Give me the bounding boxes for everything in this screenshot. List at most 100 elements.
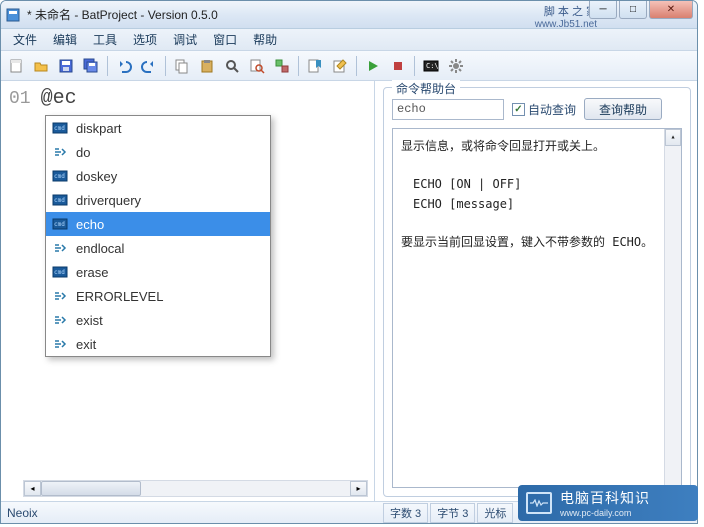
minimize-button[interactable]: ─ xyxy=(589,1,617,19)
save-icon[interactable] xyxy=(55,55,77,77)
flow-icon xyxy=(52,288,68,304)
paste-icon[interactable] xyxy=(196,55,218,77)
help-output[interactable]: 显示信息，或将命令回显打开或关上。 ECHO [ON | OFF]ECHO [m… xyxy=(392,128,682,488)
cmd-window-icon: cmd xyxy=(52,168,68,184)
autocomplete-item-do[interactable]: do xyxy=(46,140,270,164)
help-output-line xyxy=(401,214,673,233)
toolbar-separator xyxy=(356,56,357,76)
content-area: 01 @ec cmddiskpartdocmddoskeycmddriverqu… xyxy=(1,81,697,501)
autocomplete-label: exit xyxy=(76,337,96,352)
menubar: 文件编辑工具选项调试窗口帮助 xyxy=(1,29,697,51)
find-in-files-icon[interactable] xyxy=(246,55,268,77)
help-output-line: ECHO [ON | OFF] xyxy=(401,175,673,194)
copy-icon[interactable] xyxy=(171,55,193,77)
help-pane: 命令帮助台 ✓ 自动查询 查询帮助 显示信息，或将命令回显打开或关上。 ECHO… xyxy=(375,81,697,501)
help-output-line: ECHO [message] xyxy=(401,195,673,214)
autocomplete-item-driverquery[interactable]: cmd driverquery xyxy=(46,188,270,212)
menu-3[interactable]: 选项 xyxy=(125,29,165,50)
svg-text:cmd: cmd xyxy=(54,269,65,276)
autocomplete-item-doskey[interactable]: cmd doskey xyxy=(46,164,270,188)
menu-0[interactable]: 文件 xyxy=(5,29,45,50)
replace-icon[interactable] xyxy=(271,55,293,77)
query-help-button[interactable]: 查询帮助 xyxy=(584,98,662,120)
monitor-icon xyxy=(526,492,552,514)
checkbox-icon[interactable]: ✓ xyxy=(512,103,525,116)
autocomplete-item-exist[interactable]: exist xyxy=(46,308,270,332)
site-caption: 脚 本 之 家 www.Jb51.net xyxy=(535,3,597,30)
new-file-icon[interactable] xyxy=(5,55,27,77)
gear-icon[interactable] xyxy=(445,55,467,77)
maximize-button[interactable]: □ xyxy=(619,1,647,19)
toolbar: C:\ xyxy=(1,51,697,81)
menu-2[interactable]: 工具 xyxy=(85,29,125,50)
auto-query-label: 自动查询 xyxy=(528,101,576,118)
help-output-line: 显示信息，或将命令回显打开或关上。 xyxy=(401,137,673,156)
autocomplete-item-exit[interactable]: exit xyxy=(46,332,270,356)
scroll-thumb[interactable] xyxy=(41,481,141,496)
autocomplete-popup[interactable]: cmddiskpartdocmddoskeycmddriverquerycmde… xyxy=(45,115,271,357)
toolbar-separator xyxy=(414,56,415,76)
cmd-window-icon: cmd xyxy=(52,120,68,136)
auto-query-checkbox[interactable]: ✓ 自动查询 xyxy=(512,101,576,118)
svg-text:cmd: cmd xyxy=(54,221,65,228)
status-cell: 光标 xyxy=(477,503,513,523)
flow-icon xyxy=(52,144,68,160)
scroll-up-button[interactable]: ▴ xyxy=(665,129,681,146)
open-icon[interactable] xyxy=(30,55,52,77)
menu-1[interactable]: 编辑 xyxy=(45,29,85,50)
watermark: 电脑百科知识 www.pc-daily.com xyxy=(518,485,698,521)
redo-icon[interactable] xyxy=(138,55,160,77)
scroll-right-button[interactable]: ▸ xyxy=(350,481,367,496)
autocomplete-item-echo[interactable]: cmdecho xyxy=(46,212,270,236)
help-command-input[interactable] xyxy=(392,99,504,120)
edit-icon[interactable] xyxy=(329,55,351,77)
help-output-line: 要显示当前回显设置，键入不带参数的 ECHO。 xyxy=(401,233,673,252)
autocomplete-item-endlocal[interactable]: endlocal xyxy=(46,236,270,260)
toolbar-separator xyxy=(107,56,108,76)
status-cell: 字数 3 xyxy=(383,503,428,523)
autocomplete-label: ERRORLEVEL xyxy=(76,289,163,304)
scroll-left-button[interactable]: ◂ xyxy=(24,481,41,496)
autocomplete-label: doskey xyxy=(76,169,117,184)
cmd-window-icon: cmd xyxy=(52,216,68,232)
help-output-line xyxy=(401,156,673,175)
svg-text:cmd: cmd xyxy=(54,173,65,180)
horizontal-scrollbar[interactable]: ◂ ▸ xyxy=(23,480,368,497)
editor-line[interactable]: 01 @ec xyxy=(1,81,374,116)
toolbar-separator xyxy=(298,56,299,76)
help-controls-row: ✓ 自动查询 查询帮助 xyxy=(392,98,682,120)
editor-pane[interactable]: 01 @ec cmddiskpartdocmddoskeycmddriverqu… xyxy=(1,81,375,501)
autocomplete-label: do xyxy=(76,145,90,160)
undo-icon[interactable] xyxy=(113,55,135,77)
run-icon[interactable] xyxy=(362,55,384,77)
autocomplete-item-diskpart[interactable]: cmd diskpart xyxy=(46,116,270,140)
flow-icon xyxy=(52,240,68,256)
menu-5[interactable]: 窗口 xyxy=(205,29,245,50)
autocomplete-label: driverquery xyxy=(76,193,141,208)
autocomplete-label: erase xyxy=(76,265,109,280)
autocomplete-label: diskpart xyxy=(76,121,122,136)
status-cell: 字节 3 xyxy=(430,503,475,523)
bookmark-icon[interactable] xyxy=(304,55,326,77)
autocomplete-item-ERRORLEVEL[interactable]: ERRORLEVEL xyxy=(46,284,270,308)
help-group: 命令帮助台 ✓ 自动查询 查询帮助 显示信息，或将命令回显打开或关上。 ECHO… xyxy=(383,87,691,497)
close-button[interactable]: ✕ xyxy=(649,1,693,19)
app-window: * 未命名 - BatProject - Version 0.5.0 脚 本 之… xyxy=(0,0,698,524)
autocomplete-item-erase[interactable]: cmd erase xyxy=(46,260,270,284)
cmd-window-icon: cmd xyxy=(52,264,68,280)
vertical-scrollbar[interactable]: ▴ xyxy=(664,129,681,487)
window-controls: ─ □ ✕ xyxy=(589,1,693,19)
save-all-icon[interactable] xyxy=(80,55,102,77)
flow-icon xyxy=(52,336,68,352)
find-icon[interactable] xyxy=(221,55,243,77)
stop-icon[interactable] xyxy=(387,55,409,77)
editor-text[interactable]: @ec xyxy=(41,87,77,110)
svg-text:C:\: C:\ xyxy=(426,62,439,70)
menu-4[interactable]: 调试 xyxy=(165,29,205,50)
menu-6[interactable]: 帮助 xyxy=(245,29,285,50)
autocomplete-label: exist xyxy=(76,313,103,328)
titlebar: * 未命名 - BatProject - Version 0.5.0 脚 本 之… xyxy=(1,1,697,29)
cmd-icon[interactable]: C:\ xyxy=(420,55,442,77)
app-icon xyxy=(5,7,21,23)
cmd-window-icon: cmd xyxy=(52,192,68,208)
